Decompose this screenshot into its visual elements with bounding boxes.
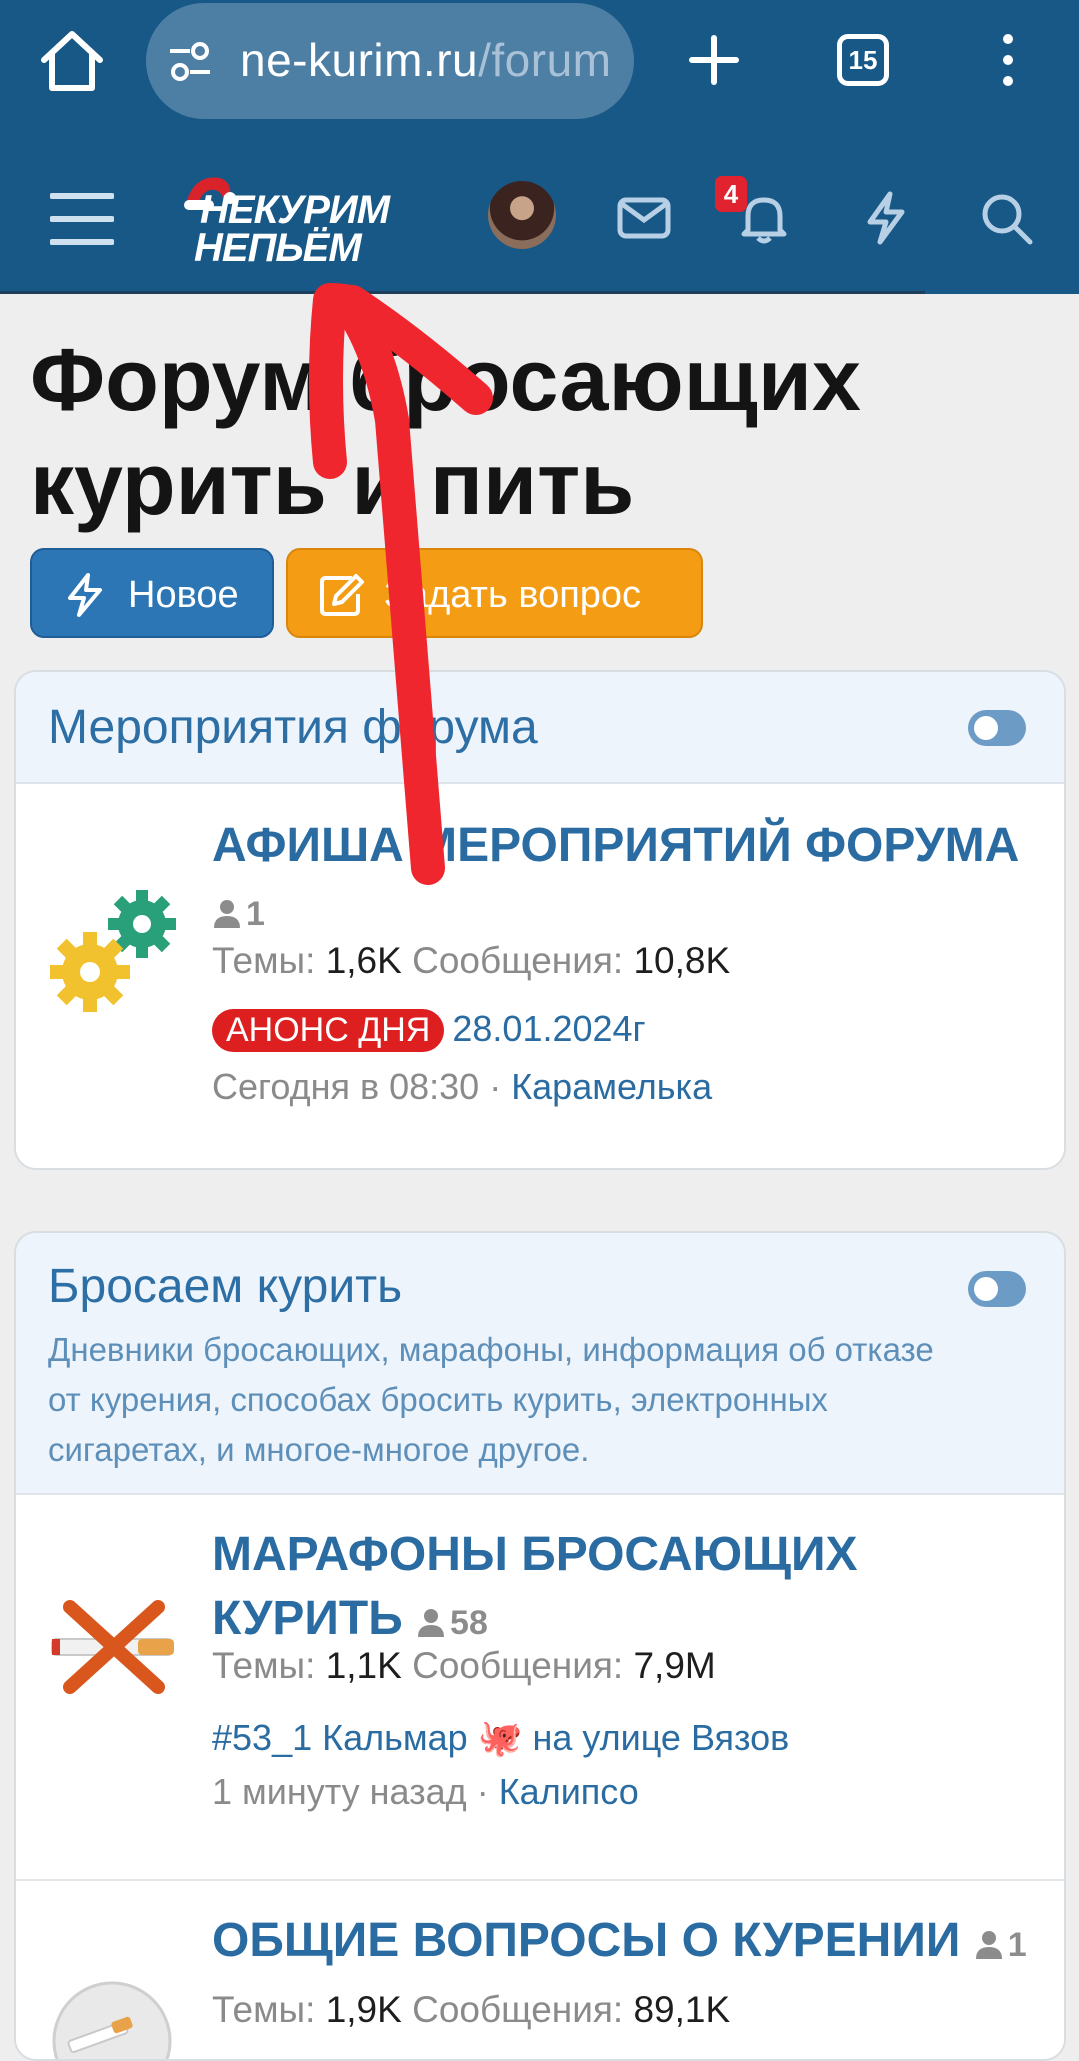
messages-label: Сообщения: [412, 1645, 624, 1686]
forum-title[interactable]: АФИША МЕРОПРИЯТИЙ ФОРУМА 1 [212, 814, 1052, 946]
last-thread-link[interactable]: АНОНС ДНЯ 28.01.2024г [212, 1008, 646, 1052]
category-title[interactable]: Мероприятия форума [48, 700, 538, 755]
forum-node: МАРАФОНЫ БРОСАЮЩИХ КУРИТЬ 58 Темы: 1,1K … [16, 1495, 1064, 1879]
ask-question-button[interactable]: Задать вопрос [286, 548, 703, 638]
new-posts-button[interactable]: Новое [30, 548, 274, 638]
threads-count: 1,1K [325, 1645, 402, 1686]
logo-line2: НЕПЬЁМ [194, 226, 362, 270]
no-smoking-icon [51, 1600, 174, 1694]
forum-stats: Темы: 1,6K Сообщения: 10,8K [212, 940, 730, 982]
users-online: 1 [212, 895, 265, 933]
users-online: 58 [416, 1604, 488, 1642]
lightning-icon[interactable] [858, 190, 914, 246]
collapse-toggle[interactable] [968, 1271, 1026, 1307]
last-thread-link[interactable]: #53_1 Кальмар 🐙 на улице Вязов [212, 1717, 789, 1759]
messages-label: Сообщения: [412, 1989, 624, 2030]
forum-title-text[interactable]: МАРАФОНЫ БРОСАЮЩИХ КУРИТЬ [212, 1528, 858, 1645]
messages-count: 10,8K [633, 940, 731, 981]
forum-stats: Темы: 1,1K Сообщения: 7,9M [212, 1645, 716, 1687]
forum-node: АФИША МЕРОПРИЯТИЙ ФОРУМА 1 Темы: 1,6K Со… [16, 784, 1064, 1168]
category-header[interactable]: Бросаем курить Дневники бросающих, мараф… [16, 1233, 1064, 1495]
lightning-icon [68, 573, 102, 617]
site-settings-icon[interactable] [168, 41, 212, 83]
url-text: ne-kurim.ru/forum [240, 33, 611, 87]
user-icon [214, 900, 240, 928]
users-online-count: 1 [1007, 1926, 1027, 1964]
messages-label: Сообщения: [412, 940, 624, 981]
last-post-user[interactable]: Калипсо [499, 1771, 639, 1812]
threads-count: 1,9K [325, 1989, 402, 2030]
site-header: НЕКУРИМ НЕПЬЁМ 4 [0, 146, 1079, 294]
category-description: Дневники бросающих, марафоны, информация… [48, 1331, 934, 1468]
threads-label: Темы: [212, 940, 316, 981]
more-vert-icon[interactable] [994, 32, 1022, 88]
forum-title-text[interactable]: ОБЩИЕ ВОПРОСЫ О КУРЕНИИ [212, 1914, 960, 1967]
page-title: Форум бросающих курить и пить [30, 330, 861, 533]
menu-icon[interactable] [50, 190, 114, 248]
category-title[interactable]: Бросаем курить [48, 1259, 402, 1314]
home-icon[interactable] [38, 28, 106, 94]
messages-count: 89,1K [633, 1989, 731, 2030]
category-block-events: Мероприятия форума АФИША МЕРОПРИЯТИЙ ФОР… [14, 670, 1066, 1170]
url-host: ne-kurim.ru [240, 34, 479, 86]
url-path: /forum [478, 34, 612, 86]
search-icon[interactable] [978, 190, 1034, 246]
ask-question-label: Задать вопрос [384, 574, 642, 616]
user-icon [975, 1931, 1002, 1959]
user-avatar[interactable] [488, 181, 556, 249]
users-online: 1 [974, 1926, 1027, 1964]
forum-title-text[interactable]: АФИША МЕРОПРИЯТИЙ ФОРУМА [212, 819, 1019, 872]
gears-icon [50, 890, 176, 1012]
category-block-quit-smoking: Бросаем курить Дневники бросающих, мараф… [14, 1231, 1066, 2061]
last-post-time[interactable]: Сегодня в 08:30 [212, 1066, 479, 1107]
forum-title[interactable]: ОБЩИЕ ВОПРОСЫ О КУРЕНИИ 1 [212, 1909, 1052, 1977]
notification-badge: 4 [715, 176, 747, 212]
user-icon [418, 1609, 445, 1637]
threads-label: Темы: [212, 1989, 316, 2030]
threads-label: Темы: [212, 1645, 316, 1686]
category-header[interactable]: Мероприятия форума [16, 672, 1064, 784]
edit-icon [320, 574, 364, 616]
address-bar[interactable]: ne-kurim.ru/forum [146, 3, 634, 119]
last-post-meta: Сегодня в 08:30 · Карамелька [212, 1066, 713, 1107]
new-posts-label: Новое [128, 574, 239, 616]
browser-toolbar: ne-kurim.ru/forum 15 [0, 0, 1079, 146]
last-post-meta: 1 минуту назад · Калипсо [212, 1771, 639, 1812]
mail-icon[interactable] [616, 190, 672, 246]
users-online-count: 58 [450, 1604, 488, 1642]
last-thread-title[interactable]: 28.01.2024г [452, 1008, 645, 1049]
thread-prefix: АНОНС ДНЯ [212, 1009, 445, 1052]
forum-stats: Темы: 1,9K Сообщения: 89,1K [212, 1989, 730, 2031]
threads-count: 1,6K [325, 940, 402, 981]
collapse-toggle[interactable] [968, 710, 1026, 746]
last-post-time[interactable]: 1 минуту назад [212, 1771, 467, 1812]
forum-node: ОБЩИЕ ВОПРОСЫ О КУРЕНИИ 1 Темы: 1,9K Соо… [16, 1879, 1064, 2059]
last-post-user[interactable]: Карамелька [511, 1066, 712, 1107]
tab-switcher-button[interactable]: 15 [837, 34, 889, 86]
new-tab-icon[interactable] [688, 32, 740, 88]
site-logo[interactable]: НЕКУРИМ НЕПЬЁМ [180, 170, 440, 276]
forum-title[interactable]: МАРАФОНЫ БРОСАЮЩИХ КУРИТЬ 58 [212, 1523, 1052, 1655]
messages-count: 7,9M [633, 1645, 716, 1686]
header-divider [0, 291, 925, 294]
users-online-count: 1 [246, 895, 265, 933]
general-questions-icon [52, 1981, 172, 2059]
